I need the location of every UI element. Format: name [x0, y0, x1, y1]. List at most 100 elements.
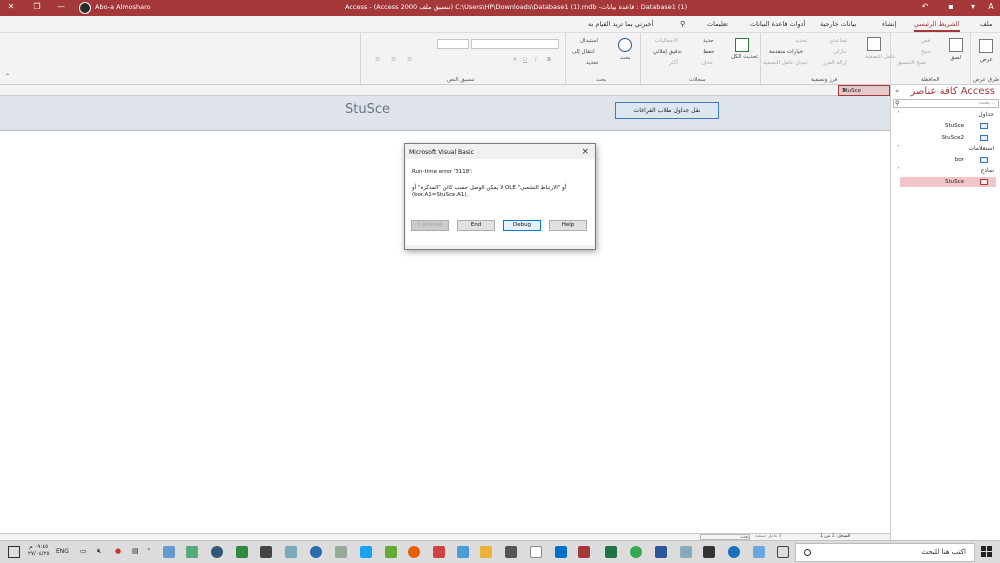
- file-explorer-icon[interactable]: [480, 546, 492, 558]
- word-icon[interactable]: [655, 546, 667, 558]
- spelling-button[interactable]: تدقيق إملائي: [653, 49, 682, 55]
- tab-file[interactable]: ملف: [980, 20, 992, 28]
- qat-undo-icon[interactable]: ↶: [918, 2, 932, 11]
- document-tab[interactable]: StuSce ✕: [838, 85, 890, 96]
- app-icon-2[interactable]: [680, 546, 692, 558]
- tray-chevron-icon[interactable]: ˄: [147, 548, 151, 556]
- refresh-all-button[interactable]: تحديث الكل: [731, 54, 758, 60]
- transfer-tables-button[interactable]: نقل جداول طلاب الفراغات: [615, 102, 719, 119]
- underline-button[interactable]: U: [523, 57, 527, 63]
- paste-button[interactable]: لصق: [950, 55, 961, 61]
- nav-search-input[interactable]: بحث...: [893, 99, 999, 108]
- chevron-up-icon[interactable]: ˄: [897, 111, 900, 118]
- nav-item-table-stusce[interactable]: StuSce: [900, 121, 996, 131]
- new-record-button[interactable]: جديد: [703, 38, 714, 44]
- format-painter-button[interactable]: نسخ التنسيق: [897, 60, 926, 66]
- nav-pane-title[interactable]: كافة عناصر Access: [910, 86, 995, 97]
- replace-button[interactable]: استبدال: [580, 38, 598, 44]
- end-button[interactable]: End: [457, 220, 495, 231]
- go-to-button[interactable]: انتقال إلى: [572, 49, 595, 55]
- save-record-button[interactable]: حفظ: [703, 49, 714, 55]
- find-button[interactable]: بحث: [620, 55, 630, 61]
- excel-icon[interactable]: [605, 546, 617, 558]
- debug-button[interactable]: Debug: [503, 220, 541, 231]
- font-size-select[interactable]: [437, 39, 469, 49]
- select-button[interactable]: تحديد: [586, 60, 598, 66]
- clock[interactable]: ٠٩:٤٥ م ٢٧/٠٤/٢٥: [28, 544, 49, 558]
- close-icon[interactable]: ×: [581, 147, 589, 157]
- app-icon-11[interactable]: [260, 546, 272, 558]
- help-button[interactable]: Help: [549, 220, 587, 231]
- paste-icon[interactable]: [949, 38, 963, 52]
- toggle-filter-button[interactable]: تبديل عامل التصفية: [763, 60, 807, 66]
- ascending-button[interactable]: تصاعدي: [829, 38, 847, 44]
- close-tab-icon[interactable]: ✕: [842, 87, 847, 94]
- restore-window-icon[interactable]: ❐: [30, 2, 44, 11]
- store-icon[interactable]: [703, 546, 715, 558]
- refresh-all-icon[interactable]: [735, 38, 749, 52]
- align-left-icon[interactable]: ☰: [407, 57, 412, 63]
- nav-item-query-bor[interactable]: bor: [900, 155, 996, 165]
- tell-me-box[interactable]: أخبرني بما تريد القيام به: [588, 20, 653, 28]
- descending-button[interactable]: تنازلي: [833, 49, 847, 55]
- align-center-icon[interactable]: ☰: [391, 57, 396, 63]
- mail-icon[interactable]: [505, 546, 517, 558]
- windows-start-icon[interactable]: [981, 546, 993, 558]
- continue-button[interactable]: Continue: [411, 220, 449, 231]
- chevron-up-icon[interactable]: ˄: [897, 145, 900, 152]
- filter-status[interactable]: لا عامل تصفية: [755, 534, 782, 539]
- app-icon-12[interactable]: [236, 546, 248, 558]
- record-navigator[interactable]: السجل: 1 من 1: [820, 534, 850, 539]
- edge-icon[interactable]: [728, 546, 740, 558]
- app-icon-8[interactable]: [335, 546, 347, 558]
- outlook-icon[interactable]: [555, 546, 567, 558]
- tab-help[interactable]: تعليمات: [707, 20, 728, 28]
- tab-external-data[interactable]: بيانات خارجية: [820, 20, 856, 28]
- chevron-up-icon[interactable]: ˄: [897, 167, 900, 174]
- bold-button[interactable]: B: [547, 57, 551, 63]
- nav-section-forms[interactable]: نماذج: [894, 167, 994, 174]
- nav-item-table-stusce2[interactable]: StuSce2: [900, 133, 996, 143]
- app-icon-10[interactable]: [285, 546, 297, 558]
- cut-button[interactable]: قص: [921, 38, 930, 44]
- firefox-icon[interactable]: [408, 546, 420, 558]
- app-icon-15[interactable]: [163, 546, 175, 558]
- app-icon-4[interactable]: [457, 546, 469, 558]
- qat-customize-icon[interactable]: ▾: [966, 2, 980, 11]
- delete-record-button[interactable]: حذف: [701, 60, 713, 66]
- filter-icon[interactable]: [867, 37, 881, 51]
- battery-icon[interactable]: ▭: [80, 547, 87, 555]
- app-icon-1[interactable]: [753, 546, 765, 558]
- network-icon[interactable]: ▤: [132, 547, 139, 555]
- close-window-icon[interactable]: ✕: [4, 2, 18, 11]
- nav-section-queries[interactable]: استعلامات: [894, 145, 994, 152]
- app-icon-14[interactable]: [186, 546, 198, 558]
- view-icon[interactable]: [979, 39, 993, 53]
- view-button[interactable]: عرض: [980, 57, 993, 63]
- shutter-bar-icon[interactable]: «: [895, 87, 899, 95]
- filter-button[interactable]: عامل التصفية: [865, 54, 896, 60]
- access-taskbar-icon[interactable]: [578, 546, 590, 558]
- minimize-window-icon[interactable]: —: [54, 2, 68, 11]
- remove-sort-button[interactable]: إزالة الفرز: [823, 60, 847, 66]
- copy-button[interactable]: نسخ: [921, 49, 931, 55]
- app-icon-7[interactable]: [360, 546, 372, 558]
- chrome-icon[interactable]: [630, 546, 642, 558]
- taskbar-search-box[interactable]: اكتب هنا للبحث: [795, 543, 975, 562]
- app-icon-13[interactable]: [211, 546, 223, 558]
- more-button[interactable]: أكثر: [669, 60, 678, 66]
- notifications-icon[interactable]: [8, 546, 20, 558]
- task-view-icon[interactable]: [777, 546, 789, 558]
- font-name-select[interactable]: [471, 39, 559, 49]
- collapse-ribbon-icon[interactable]: ⌃: [5, 73, 10, 80]
- app-icon-5[interactable]: [433, 546, 445, 558]
- input-language[interactable]: ENG: [56, 548, 69, 555]
- tab-create[interactable]: إنشاء: [882, 20, 896, 28]
- totals-button[interactable]: الإجماليات: [655, 38, 678, 44]
- italic-button[interactable]: I: [535, 57, 537, 63]
- advanced-button[interactable]: خيارات متقدمة: [769, 49, 803, 55]
- align-right-icon[interactable]: ☰: [375, 57, 380, 63]
- nav-section-tables[interactable]: جداول: [894, 111, 994, 118]
- tab-home[interactable]: الشريط الرئيسي: [914, 20, 960, 32]
- user-avatar[interactable]: [79, 2, 91, 14]
